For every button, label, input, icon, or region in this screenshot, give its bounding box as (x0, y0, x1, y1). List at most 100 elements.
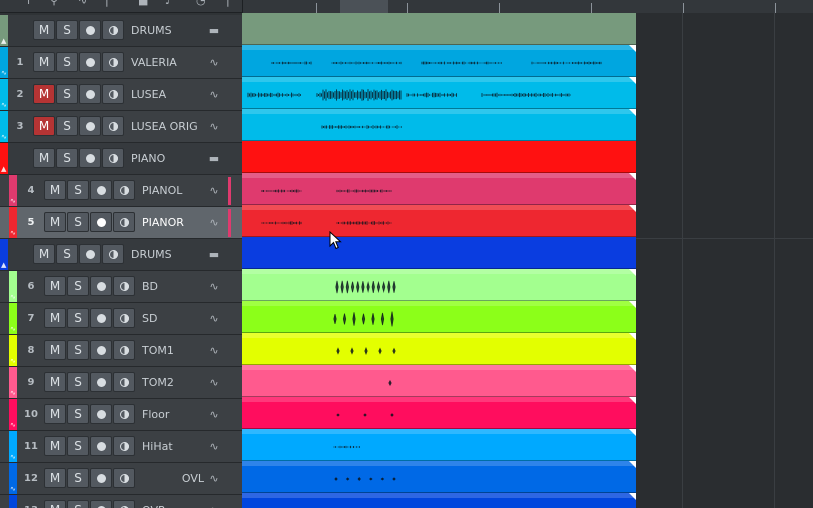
more-tool-icon[interactable]: | (226, 0, 230, 7)
monitor-button[interactable] (113, 276, 135, 296)
automation-icon[interactable]: ∿ (10, 453, 16, 461)
automation-icon[interactable]: ∿ (1, 101, 7, 109)
track-name[interactable]: OVL (140, 463, 204, 494)
track-header[interactable]: ∿ 1 M S VALERIA ∿ (0, 47, 242, 79)
mute-button[interactable]: M (44, 500, 66, 508)
automation-icon[interactable]: ∿ (10, 357, 16, 365)
audio-clip[interactable] (242, 461, 636, 493)
track-name[interactable]: LUSEA ORIG (131, 111, 205, 142)
record-arm-button[interactable] (90, 212, 112, 232)
automation-icon[interactable]: ∿ (10, 325, 16, 333)
folder-icon[interactable]: ▬ (206, 143, 222, 174)
track-name[interactable]: TOM1 (142, 335, 205, 366)
automation-icon[interactable]: ∿ (10, 421, 16, 429)
track-header[interactable]: ∿ 2 M S LUSEA ∿ (0, 79, 242, 111)
waveform-icon[interactable]: ∿ (206, 463, 222, 494)
mute-button[interactable]: M (44, 436, 66, 456)
track-header[interactable]: ▲ M S DRUMS ▬ (0, 239, 242, 271)
waveform-icon[interactable]: ∿ (206, 47, 222, 78)
record-arm-button[interactable] (90, 500, 112, 508)
track-name[interactable]: PIANOL (142, 175, 205, 206)
waveform-icon[interactable]: ∿ (206, 367, 222, 398)
record-arm-button[interactable] (90, 276, 112, 296)
audio-clip[interactable] (242, 45, 636, 77)
solo-button[interactable]: S (56, 20, 78, 40)
track-header[interactable]: ∿ 11 M S HiHat ∿ (0, 431, 242, 463)
waveform-icon[interactable]: ∿ (206, 175, 222, 206)
audio-clip[interactable] (242, 493, 636, 508)
track-name[interactable]: LUSEA (131, 79, 205, 110)
track-header[interactable]: ∿ 9 M S TOM2 ∿ (0, 367, 242, 399)
monitor-button[interactable] (102, 20, 124, 40)
monitor-button[interactable] (113, 340, 135, 360)
record-arm-button[interactable] (90, 308, 112, 328)
record-arm-button[interactable] (79, 148, 101, 168)
audio-clip[interactable] (242, 109, 636, 141)
solo-button[interactable]: S (56, 116, 78, 136)
solo-button[interactable]: S (67, 468, 89, 488)
solo-button[interactable]: S (67, 212, 89, 232)
waveform-icon[interactable]: ∿ (206, 399, 222, 430)
clip-title-bar[interactable] (242, 493, 636, 498)
track-header[interactable]: ∿ 10 M S Floor ∿ (0, 399, 242, 431)
timeline-ruler[interactable] (242, 0, 813, 14)
record-arm-button[interactable] (90, 180, 112, 200)
arrange-view[interactable] (242, 13, 813, 508)
record-arm-button[interactable] (90, 468, 112, 488)
track-name[interactable]: HiHat (142, 431, 205, 462)
track-header[interactable]: ∿13MSOVR∿ (0, 495, 242, 508)
solo-button[interactable]: S (67, 276, 89, 296)
audio-clip[interactable] (242, 429, 636, 461)
pointer-tool-icon[interactable]: ↑ (24, 0, 33, 7)
track-header[interactable]: ∿ 6 M S BD ∿ (0, 271, 242, 303)
waveform-icon[interactable]: ∿ (206, 111, 222, 142)
track-name[interactable]: BD (142, 271, 205, 302)
solo-button[interactable]: S (67, 436, 89, 456)
monitor-button[interactable] (113, 468, 135, 488)
zoom-tool-icon[interactable]: ⚲ (50, 0, 58, 7)
track-name[interactable]: DRUMS (131, 15, 205, 46)
waveform-icon[interactable]: ∿ (206, 303, 222, 334)
solo-button[interactable]: S (67, 500, 89, 508)
folder-lane[interactable] (242, 13, 636, 45)
monitor-button[interactable] (113, 308, 135, 328)
solo-button[interactable]: S (56, 148, 78, 168)
mute-button[interactable]: M (44, 372, 66, 392)
track-header[interactable]: ∿ 12 M S OVL ∿ (0, 463, 242, 495)
mute-tool-icon[interactable]: ■ (138, 0, 148, 7)
automation-icon[interactable]: ∿ (10, 229, 16, 237)
track-header[interactable]: ∿ 4 M S PIANOL ∿ (0, 175, 242, 207)
mute-button[interactable]: M (33, 84, 55, 104)
track-name[interactable]: DRUMS (131, 239, 205, 270)
track-name[interactable]: SD (142, 303, 205, 334)
loop-range[interactable] (340, 0, 388, 13)
track-name[interactable]: PIANO (131, 143, 205, 174)
record-arm-button[interactable] (79, 116, 101, 136)
mute-button[interactable]: M (33, 52, 55, 72)
waveform-icon[interactable]: ∿ (206, 207, 222, 238)
audio-clip[interactable] (242, 301, 636, 333)
waveform-icon[interactable]: ∿ (206, 271, 222, 302)
mute-button[interactable]: M (44, 180, 66, 200)
record-arm-button[interactable] (90, 404, 112, 424)
mute-button[interactable]: M (44, 212, 66, 232)
mute-button[interactable]: M (33, 20, 55, 40)
record-arm-button[interactable] (90, 372, 112, 392)
record-arm-button[interactable] (90, 340, 112, 360)
waveform-icon[interactable]: ∿ (206, 335, 222, 366)
monitor-button[interactable] (102, 148, 124, 168)
folder-collapse-icon[interactable]: ▲ (1, 165, 6, 173)
mute-button[interactable]: M (44, 308, 66, 328)
record-arm-button[interactable] (79, 52, 101, 72)
mute-button[interactable]: M (44, 340, 66, 360)
folder-collapse-icon[interactable]: ▲ (1, 37, 6, 45)
audio-clip[interactable] (242, 365, 636, 397)
track-name[interactable]: OVR (142, 495, 205, 508)
track-header[interactable]: ∿ 8 M S TOM1 ∿ (0, 335, 242, 367)
automation-icon[interactable]: ∿ (10, 485, 16, 493)
track-header[interactable]: ▲ M S DRUMS ▬ (0, 15, 242, 47)
audio-clip[interactable] (242, 333, 636, 365)
waveform-icon[interactable]: ∿ (206, 79, 222, 110)
curve-tool-icon[interactable]: ∿ (78, 0, 87, 7)
monitor-button[interactable] (113, 180, 135, 200)
